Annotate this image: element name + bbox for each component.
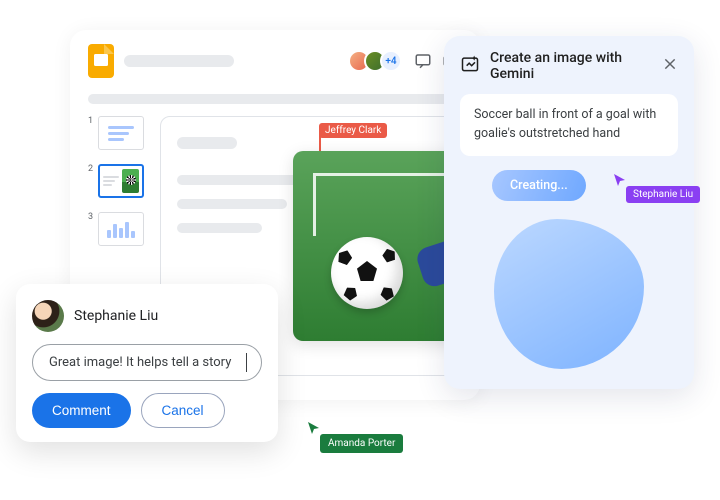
slides-logo bbox=[88, 44, 114, 78]
slide-thumb-1[interactable] bbox=[98, 116, 144, 150]
gemini-generating-blob bbox=[494, 219, 644, 369]
slide-thumb-2[interactable] bbox=[98, 164, 144, 198]
avatar-overflow[interactable]: +4 bbox=[380, 50, 402, 72]
collaborator-avatars[interactable]: +4 bbox=[354, 50, 406, 72]
comment-input[interactable]: Great image! It helps tell a story bbox=[32, 344, 262, 381]
thumb-number: 3 bbox=[88, 212, 94, 222]
collab-cursor-label: Jeffrey Clark bbox=[319, 123, 387, 138]
comment-icon[interactable] bbox=[412, 50, 434, 72]
commenter-name: Stephanie Liu bbox=[74, 308, 158, 324]
thumb-number: 1 bbox=[88, 116, 94, 126]
slide-thumb-3[interactable] bbox=[98, 212, 144, 246]
gemini-title: Create an image with Gemini bbox=[490, 50, 652, 82]
collab-cursor-stephanie-label: Stephanie Liu bbox=[626, 186, 700, 203]
gemini-prompt-input[interactable]: Soccer ball in front of a goal with goal… bbox=[460, 94, 678, 156]
comment-popup: Stephanie Liu Great image! It helps tell… bbox=[16, 284, 278, 442]
comment-header: Stephanie Liu bbox=[32, 300, 262, 332]
canvas-title-placeholder bbox=[177, 137, 237, 149]
collab-cursor-amanda-label: Amanda Porter bbox=[320, 434, 403, 453]
soccer-ball bbox=[331, 237, 403, 309]
comment-submit-button[interactable]: Comment bbox=[32, 393, 131, 428]
collab-cursor-stephanie: Stephanie Liu bbox=[612, 172, 628, 192]
close-icon[interactable] bbox=[662, 56, 678, 76]
doc-title-placeholder[interactable] bbox=[124, 55, 234, 67]
comment-cancel-button[interactable]: Cancel bbox=[141, 393, 225, 428]
gemini-panel: Create an image with Gemini Soccer ball … bbox=[444, 36, 694, 389]
creating-pill: Creating... bbox=[492, 170, 586, 201]
thumb-number: 2 bbox=[88, 164, 94, 174]
sparkle-image-icon bbox=[460, 54, 480, 78]
slides-header: +4 bbox=[70, 30, 480, 88]
gemini-header: Create an image with Gemini bbox=[460, 50, 678, 82]
slides-toolbar[interactable] bbox=[88, 94, 462, 104]
comment-actions: Comment Cancel bbox=[32, 393, 262, 428]
avatar-stephanie bbox=[32, 300, 64, 332]
collab-cursor-amanda: Amanda Porter bbox=[306, 420, 322, 440]
